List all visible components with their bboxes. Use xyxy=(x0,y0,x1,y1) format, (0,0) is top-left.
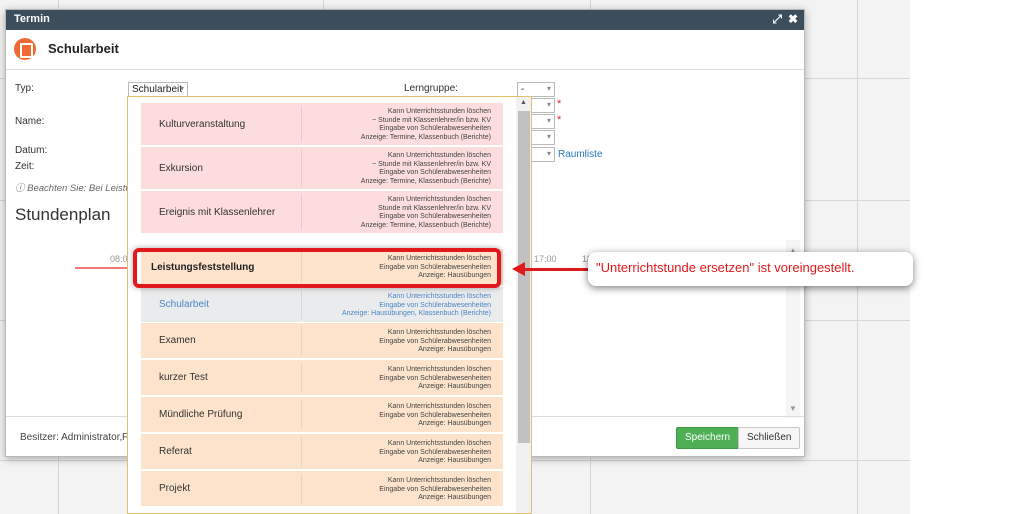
chevron-down-icon: ▾ xyxy=(546,100,551,109)
annotation-arrow xyxy=(522,268,590,271)
close-icon[interactable]: ✖ xyxy=(788,12,798,26)
item-description: Kann Unterrichtsstunden löschen Stunde mi… xyxy=(360,196,491,229)
dropdown-item-examen[interactable]: Examen Kann Unterrichtsstunden löschen Ei… xyxy=(141,323,503,358)
close-button[interactable]: Schließen xyxy=(738,427,801,449)
typ-select[interactable]: Schularbeit ▾ xyxy=(128,82,188,97)
time-label: 08:0 xyxy=(110,254,128,264)
item-description: Kann Unterrichtsstunden löschen Eingabe v… xyxy=(379,366,491,390)
lerngruppe-select[interactable]: - ▾ xyxy=(517,82,555,97)
arrow-head-icon xyxy=(512,262,525,276)
required-mark: * xyxy=(557,98,562,110)
info-note: ⓘ Beachten Sie: Bei Leistun xyxy=(15,180,136,194)
lerngruppe-label: Lerngruppe: xyxy=(404,83,458,94)
item-label: Projekt xyxy=(159,483,191,494)
chevron-down-icon: ▾ xyxy=(546,149,551,158)
typ-select-value: Schularbeit xyxy=(132,84,183,95)
page-title: Schularbeit xyxy=(48,41,119,56)
scroll-down-icon[interactable]: ▼ xyxy=(789,404,797,413)
info-icon: ⓘ xyxy=(15,183,28,194)
item-description: Kann Unterrichtsstunden löschen ~ Stunde … xyxy=(360,108,491,141)
chevron-down-icon: ▾ xyxy=(546,116,551,125)
item-label: Schularbeit xyxy=(159,299,210,310)
info-note-text: Beachten Sie: Bei Leistun xyxy=(27,183,136,194)
maximize-icon[interactable]: ⤢ xyxy=(772,12,782,27)
typ-dropdown-list: Kulturveranstaltung Kann Unterrichtsstun… xyxy=(127,96,532,514)
scrollbar-thumb[interactable] xyxy=(518,111,530,443)
zeit-label: Zeit: xyxy=(15,161,35,172)
item-label: Exkursion xyxy=(159,163,203,174)
chevron-down-icon: ▾ xyxy=(546,84,551,93)
item-description: Kann Unterrichtsstunden löschen Eingabe v… xyxy=(379,440,491,464)
dropdown-scrollbar[interactable]: ▲ xyxy=(516,97,531,513)
item-description: Kann Unterrichtsstunden löschen ~ Stunde … xyxy=(360,152,491,185)
dropdown-item-projekt[interactable]: Projekt Kann Unterrichtsstunden löschen E… xyxy=(141,471,503,506)
item-label: kurzer Test xyxy=(159,372,208,383)
dropdown-item-kurzer-test[interactable]: kurzer Test Kann Unterrichtsstunden lösc… xyxy=(141,360,503,395)
dropdown-item-ereignis[interactable]: Ereignis mit Klassenlehrer Kann Unterric… xyxy=(141,191,503,233)
item-label: Mündliche Prüfung xyxy=(159,409,243,420)
lerngruppe-select-value: - xyxy=(521,84,525,95)
name-label: Name: xyxy=(15,116,45,127)
dialog-title: Termin xyxy=(14,13,50,25)
highlight-box xyxy=(133,248,501,288)
current-time-line xyxy=(75,267,127,269)
dropdown-item-schularbeit[interactable]: Schularbeit Kann Unterrichtsstunden lösc… xyxy=(141,287,503,322)
dropdown-item-exkursion[interactable]: Exkursion Kann Unterrichtsstunden lösche… xyxy=(141,147,503,189)
item-description: Kann Unterrichtsstunden löschen Eingabe v… xyxy=(379,329,491,353)
item-description: Kann Unterrichtsstunden löschen Eingabe v… xyxy=(379,477,491,501)
dialog-titlebar: Termin ⤢ ✖ xyxy=(6,10,804,30)
dropdown-item-muendliche-pruefung[interactable]: Mündliche Prüfung Kann Unterrichtsstunde… xyxy=(141,397,503,432)
dropdown-item-referat[interactable]: Referat Kann Unterrichtsstunden löschen E… xyxy=(141,434,503,469)
schedule-title: Stundenplan xyxy=(15,205,111,224)
raumliste-link[interactable]: Raumliste xyxy=(558,149,602,160)
chevron-down-icon: ▾ xyxy=(546,132,551,141)
item-description: Kann Unterrichtsstunden löschen Eingabe v… xyxy=(341,293,491,317)
scroll-up-icon[interactable]: ▲ xyxy=(520,99,527,106)
dialog-header: Schularbeit xyxy=(6,30,804,70)
item-label: Examen xyxy=(159,335,196,346)
required-mark: * xyxy=(557,114,562,126)
exam-icon xyxy=(14,38,36,60)
blank-area xyxy=(910,0,1023,514)
datum-label: Datum: xyxy=(15,145,48,156)
item-label: Referat xyxy=(159,446,192,457)
owner-text: Besitzer: Administrator, xyxy=(20,432,123,443)
save-button[interactable]: Speichern xyxy=(676,427,740,449)
typ-label: Typ: xyxy=(15,83,34,94)
time-label: 17:00 xyxy=(534,254,557,264)
chevron-down-icon: ▾ xyxy=(179,84,184,93)
item-description: Kann Unterrichtsstunden löschen Eingabe v… xyxy=(379,403,491,427)
item-label: Ereignis mit Klassenlehrer xyxy=(159,207,276,218)
item-label: Kulturveranstaltung xyxy=(159,119,246,130)
annotation-callout: "Unterrichtstunde ersetzen" ist voreinge… xyxy=(588,252,913,286)
dropdown-item-kulturveranstaltung[interactable]: Kulturveranstaltung Kann Unterrichtsstun… xyxy=(141,103,503,145)
